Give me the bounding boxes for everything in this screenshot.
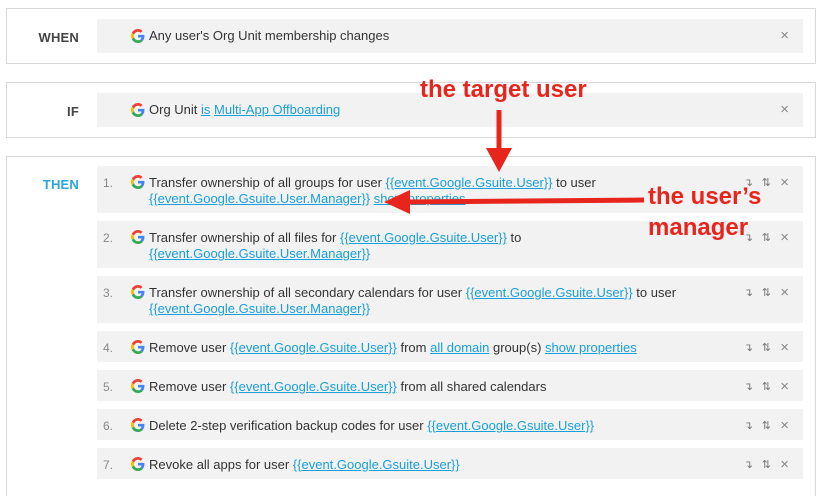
skip-icon[interactable]: ↴ [744, 418, 753, 434]
step-description: Remove user {{event.Google.Gsuite.User}}… [149, 340, 733, 356]
step-text: Transfer ownership of all groups for use… [149, 175, 386, 190]
step-remove-button[interactable]: × [780, 457, 789, 473]
annotation-manager-line1: the user’s [648, 183, 762, 210]
step-text: Remove user [149, 340, 230, 355]
step-text: Delete 2-step verification backup codes … [149, 418, 428, 433]
step-link[interactable]: {{event.Google.Gsuite.User}} [340, 230, 507, 245]
google-icon [131, 29, 145, 43]
if-prefix: Org Unit [149, 102, 202, 117]
if-card: IF Org Unit is Multi-App Offboarding × [6, 82, 816, 138]
step-link[interactable]: {{event.Google.Gsuite.User}} [230, 340, 397, 355]
reorder-icon[interactable]: ⇅ [762, 175, 771, 191]
step-number: 6. [103, 419, 114, 433]
google-icon [131, 340, 145, 354]
step-link[interactable]: {{event.Google.Gsuite.User}} [466, 285, 633, 300]
step-text: from all shared calendars [396, 379, 547, 394]
step-description: Revoke all apps for user {{event.Google.… [149, 457, 733, 473]
step-text: to [506, 230, 522, 245]
if-condition-text: Org Unit is Multi-App Offboarding [149, 102, 733, 118]
step-number: 3. [103, 286, 114, 300]
annotation-arrow-down [486, 110, 512, 172]
step-link[interactable]: {{event.Google.Gsuite.User}} [230, 379, 397, 394]
step-number: 2. [103, 231, 114, 245]
google-icon [131, 230, 145, 244]
when-card: WHEN Any user's Org Unit membership chan… [6, 8, 816, 64]
step-number: 5. [103, 380, 114, 394]
annotation-target-user: the target user [420, 76, 587, 103]
then-step-row[interactable]: 6. Delete 2-step verification backup code… [97, 409, 803, 440]
step-text: Transfer ownership of all files for [149, 230, 340, 245]
step-link[interactable]: {{event.Google.Gsuite.User.Manager}} [149, 191, 370, 206]
reorder-icon[interactable]: ⇅ [762, 418, 771, 434]
step-number: 4. [103, 341, 114, 355]
step-description: Transfer ownership of all files for {{ev… [149, 230, 733, 262]
step-number: 1. [103, 176, 114, 190]
step-link[interactable]: {{event.Google.Gsuite.User}} [293, 457, 460, 472]
google-icon [131, 379, 145, 393]
when-trigger-row[interactable]: Any user's Org Unit membership changes × [97, 19, 803, 53]
skip-icon[interactable]: ↴ [744, 457, 753, 473]
google-icon [131, 175, 145, 189]
step-remove-button[interactable]: × [780, 379, 789, 395]
step-text: group(s) [489, 340, 546, 355]
google-icon [131, 103, 145, 117]
step-remove-button[interactable]: × [780, 340, 789, 356]
step-text: Revoke all apps for user [149, 457, 293, 472]
step-text: Transfer ownership of all secondary cale… [149, 285, 466, 300]
step-number: 7. [103, 458, 114, 472]
reorder-icon[interactable]: ⇅ [762, 457, 771, 473]
step-remove-button[interactable]: × [780, 418, 789, 434]
step-remove-button[interactable]: × [780, 285, 789, 301]
then-step-row[interactable]: 5. Remove user {{event.Google.Gsuite.User… [97, 370, 803, 401]
annotation-manager-line2: manager [648, 214, 749, 241]
step-link[interactable]: {{event.Google.Gsuite.User.Manager}} [149, 246, 370, 261]
when-trigger-text: Any user's Org Unit membership changes [149, 28, 390, 43]
step-text: from [396, 340, 431, 355]
step-link[interactable]: all domain [430, 340, 489, 355]
step-link[interactable]: {{event.Google.Gsuite.User}} [427, 418, 594, 433]
then-step-row[interactable]: 7. Revoke all apps for user {{event.Googl… [97, 448, 803, 479]
step-text: to user [632, 285, 677, 300]
skip-icon[interactable]: ↴ [744, 285, 753, 301]
reorder-icon[interactable]: ⇅ [762, 285, 771, 301]
step-description: Remove user {{event.Google.Gsuite.User}}… [149, 379, 733, 395]
step-description: Delete 2-step verification backup codes … [149, 418, 733, 434]
step-description: Transfer ownership of all secondary cale… [149, 285, 733, 317]
show-properties-link[interactable]: show properties [545, 340, 637, 355]
step-remove-button[interactable]: × [780, 230, 789, 246]
annotation-arrow-left [384, 190, 644, 214]
google-icon [131, 285, 145, 299]
reorder-icon[interactable]: ⇅ [762, 340, 771, 356]
skip-icon[interactable]: ↴ [744, 379, 753, 395]
step-link[interactable]: {{event.Google.Gsuite.User.Manager}} [149, 301, 370, 316]
if-remove-button[interactable]: × [780, 102, 789, 118]
when-label: WHEN [38, 30, 79, 45]
if-label: IF [67, 104, 79, 119]
google-icon [131, 418, 145, 432]
step-text: Remove user [149, 379, 230, 394]
reorder-icon[interactable]: ⇅ [762, 230, 771, 246]
when-remove-button[interactable]: × [780, 28, 789, 44]
if-value-link[interactable]: Multi-App Offboarding [214, 102, 340, 117]
then-label: THEN [42, 177, 79, 192]
reorder-icon[interactable]: ⇅ [762, 379, 771, 395]
then-step-row[interactable]: 3. Transfer ownership of all secondary ca… [97, 276, 803, 323]
google-icon [131, 457, 145, 471]
skip-icon[interactable]: ↴ [744, 340, 753, 356]
then-step-row[interactable]: 4. Remove user {{event.Google.Gsuite.User… [97, 331, 803, 362]
step-remove-button[interactable]: × [780, 175, 789, 191]
if-operator-link[interactable]: is [201, 102, 210, 117]
